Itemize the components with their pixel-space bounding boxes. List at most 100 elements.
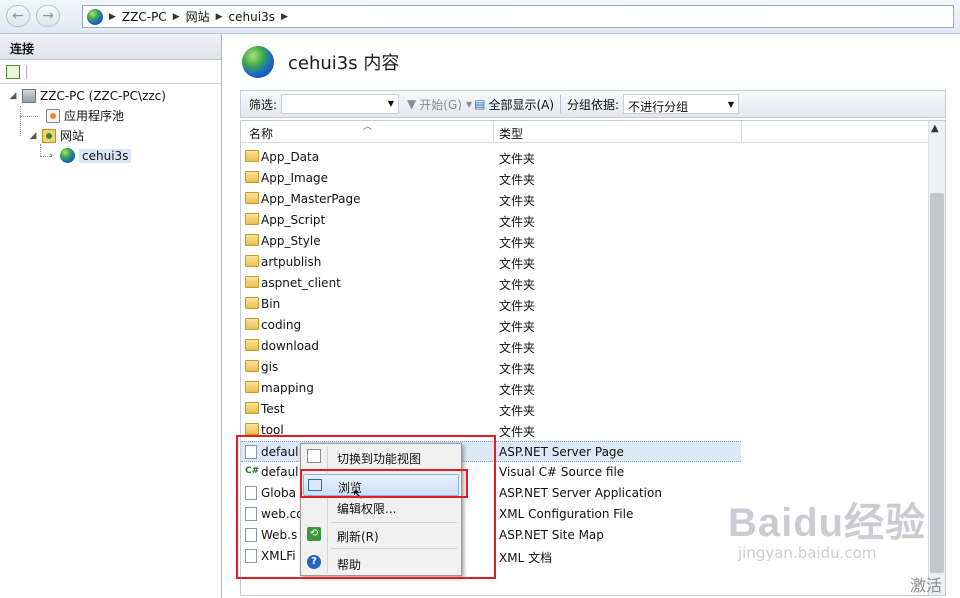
back-button[interactable]: ←: [6, 5, 30, 27]
folder-icon: [245, 276, 259, 288]
menu-item-features-view[interactable]: 切换到功能视图: [303, 446, 459, 468]
connections-header: 连接: [0, 34, 221, 60]
row-type: 文件夹: [499, 299, 536, 313]
csharp-file-icon: C#: [245, 466, 260, 476]
folder-icon: [245, 171, 259, 183]
folder-row[interactable]: gis 文件夹: [241, 357, 929, 378]
folder-row[interactable]: aspnet_client 文件夹: [241, 273, 929, 294]
row-type: 文件夹: [499, 341, 536, 355]
tree-item-app-pools[interactable]: 应用程序池: [46, 106, 124, 125]
scroll-up-arrow-icon[interactable]: ▲: [931, 123, 939, 134]
menu-item-browse[interactable]: 浏览 ↖: [303, 474, 459, 503]
connect-icon[interactable]: [6, 64, 20, 79]
activation-text: 激活: [910, 576, 943, 595]
row-name: web.co: [261, 507, 304, 521]
show-all-button[interactable]: ▤ 全部显示(A): [474, 96, 554, 113]
list-header: 名称 ︿ 类型: [241, 121, 929, 143]
row-name: Web.s: [261, 528, 298, 542]
aspx-page-icon: [245, 445, 257, 459]
tree-item-sites[interactable]: ◢ 网站: [28, 126, 84, 145]
folder-row[interactable]: tool 文件夹: [241, 420, 929, 441]
features-view-icon: [307, 449, 321, 463]
row-type: ASP.NET Site Map: [499, 528, 604, 542]
group-by-select[interactable]: 不进行分组 ▼: [623, 94, 740, 114]
row-name: defaul: [261, 465, 299, 479]
folder-row[interactable]: Bin 文件夹: [241, 294, 929, 315]
scrollbar-thumb[interactable]: [930, 193, 944, 573]
app-pool-icon: [46, 108, 60, 123]
breadcrumb-server[interactable]: ZZC-PC: [122, 10, 167, 24]
menu-item-edit-permissions[interactable]: 编辑权限...: [303, 496, 459, 518]
chevron-down-icon: ▼: [465, 99, 473, 109]
filter-toolbar: 筛选: ▼ ▼ 开始(G) ▼ ▤ 全部显示(A) 分组依据: 不进行分组 ▼: [240, 90, 946, 118]
filter-label: 筛选:: [249, 97, 278, 112]
row-type: 文件夹: [499, 383, 536, 397]
menu-item-label: 编辑权限...: [337, 502, 397, 516]
column-header-type[interactable]: 类型: [499, 125, 523, 142]
vertical-scrollbar[interactable]: ▲: [928, 121, 945, 595]
folder-icon: [245, 339, 259, 351]
row-name: XMLFi: [261, 549, 296, 563]
tree-line: [20, 116, 38, 117]
folder-row[interactable]: App_MasterPage 文件夹: [241, 189, 929, 210]
start-filter-button[interactable]: ▼ 开始(G): [407, 96, 462, 113]
folder-row[interactable]: Test 文件夹: [241, 399, 929, 420]
folder-row[interactable]: coding 文件夹: [241, 315, 929, 336]
folder-row[interactable]: App_Data 文件夹: [241, 147, 929, 168]
folder-icon: [245, 360, 259, 372]
menu-item-refresh[interactable]: ⟲ 刷新(R): [303, 524, 459, 546]
forward-button[interactable]: →: [36, 5, 60, 27]
sort-ascending-icon: ︿: [363, 122, 373, 132]
row-type: 文件夹: [499, 215, 536, 229]
folder-row[interactable]: mapping 文件夹: [241, 378, 929, 399]
menu-separator: [331, 548, 457, 549]
tree-item-site[interactable]: › cehui3s: [46, 146, 132, 165]
row-name: App_Script: [261, 213, 326, 227]
row-type: 文件夹: [499, 152, 536, 166]
filter-input[interactable]: ▼: [281, 94, 400, 114]
menu-item-help[interactable]: ? 帮助: [303, 552, 459, 574]
arrow-left-icon: ←: [12, 8, 24, 24]
show-all-label: 全部显示(A): [488, 97, 555, 112]
filter-dropdown-arrow[interactable]: ▼: [466, 100, 472, 109]
folder-icon: [245, 318, 259, 330]
folder-row[interactable]: App_Script 文件夹: [241, 210, 929, 231]
page-title: cehui3s 内容: [242, 46, 399, 78]
row-name: App_Image: [261, 171, 329, 185]
column-divider[interactable]: [741, 121, 742, 143]
row-name: Globa: [261, 486, 296, 500]
folder-row[interactable]: App_Image 文件夹: [241, 168, 929, 189]
column-header-name[interactable]: 名称: [249, 125, 273, 142]
row-name: App_Data: [261, 150, 320, 164]
tree-line: [20, 106, 21, 136]
folder-row[interactable]: download 文件夹: [241, 336, 929, 357]
chevron-down-icon[interactable]: ◢: [8, 91, 18, 101]
tree-item-label: 网站: [60, 129, 85, 143]
start-filter-label: 开始(G): [419, 97, 462, 112]
folder-row[interactable]: App_Style 文件夹: [241, 231, 929, 252]
chevron-right-icon: ▶: [109, 11, 116, 22]
menu-item-label: 帮助: [337, 558, 362, 572]
row-type: 文件夹: [499, 278, 536, 292]
folder-row[interactable]: artpublish 文件夹: [241, 252, 929, 273]
tree-line: [40, 144, 41, 156]
row-type: 文件夹: [499, 194, 536, 208]
chevron-down-icon[interactable]: ◢: [28, 131, 38, 141]
breadcrumb-site[interactable]: cehui3s: [229, 10, 275, 24]
sitemap-file-icon: [245, 528, 257, 542]
row-type: 文件夹: [499, 173, 536, 187]
row-type: XML 文档: [499, 551, 553, 565]
group-by-label: 分组依据:: [567, 97, 620, 112]
row-name: download: [261, 339, 320, 353]
breadcrumb-sites[interactable]: 网站: [186, 8, 210, 25]
tree-item-server[interactable]: ◢ ZZC-PC (ZZC-PC\zzc): [8, 86, 166, 105]
context-menu: 切换到功能视图 浏览 ↖ 编辑权限... ⟲ 刷新(R) ? 帮助: [300, 443, 462, 576]
chevron-right-icon[interactable]: ›: [46, 151, 56, 161]
server-icon: [22, 88, 36, 103]
folder-icon: [245, 192, 259, 204]
folder-icon: [245, 150, 259, 162]
column-divider[interactable]: [493, 121, 494, 143]
chevron-down-icon[interactable]: ▼: [388, 99, 394, 108]
row-name: App_Style: [261, 234, 321, 248]
address-bar[interactable]: ▶ ZZC-PC ▶ 网站 ▶ cehui3s ▶: [82, 5, 954, 28]
